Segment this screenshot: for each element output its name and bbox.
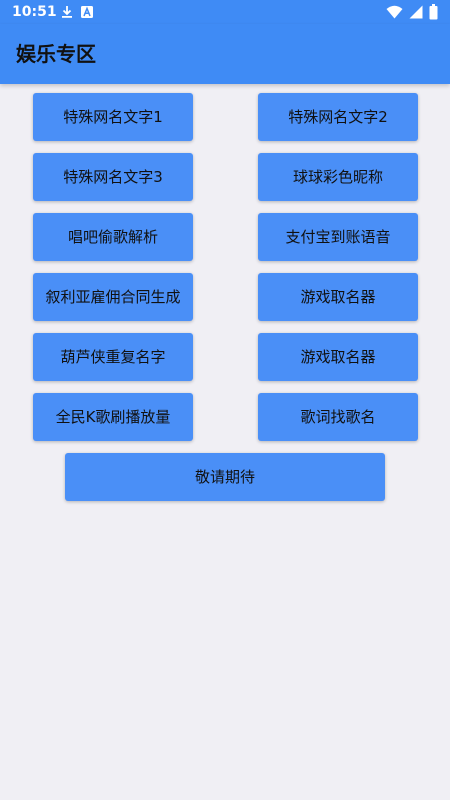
- status-bar: 10:51: [0, 0, 450, 24]
- wifi-icon: [386, 5, 403, 19]
- coming-soon-button[interactable]: 敬请期待: [65, 453, 385, 501]
- special-name-text-3-button[interactable]: 特殊网名文字3: [33, 153, 193, 201]
- status-notification-icons: [60, 4, 94, 20]
- status-system-icons: [386, 3, 438, 21]
- font-icon: [80, 5, 94, 19]
- alipay-voice-button[interactable]: 支付宝到账语音: [258, 213, 418, 261]
- changba-song-parse-button[interactable]: 唱吧偷歌解析: [33, 213, 193, 261]
- download-icon: [60, 5, 74, 19]
- game-name-generator-button[interactable]: 游戏取名器: [258, 273, 418, 321]
- special-name-text-1-button[interactable]: 特殊网名文字1: [33, 93, 193, 141]
- contract-generator-button[interactable]: 叙利亚雇佣合同生成: [33, 273, 193, 321]
- special-name-text-2-button[interactable]: 特殊网名文字2: [258, 93, 418, 141]
- huluxia-duplicate-name-button[interactable]: 葫芦侠重复名字: [33, 333, 193, 381]
- page-title: 娱乐专区: [16, 42, 96, 66]
- app-bar: 娱乐专区: [0, 24, 450, 84]
- lyrics-find-song-button[interactable]: 歌词找歌名: [258, 393, 418, 441]
- cell-signal-icon: [409, 5, 423, 19]
- battery-icon: [429, 4, 438, 20]
- game-name-generator-button-2[interactable]: 游戏取名器: [258, 333, 418, 381]
- status-time: 10:51: [12, 4, 57, 20]
- colorful-nickname-button[interactable]: 球球彩色昵称: [258, 153, 418, 201]
- ksong-play-count-button[interactable]: 全民K歌刷播放量: [33, 393, 193, 441]
